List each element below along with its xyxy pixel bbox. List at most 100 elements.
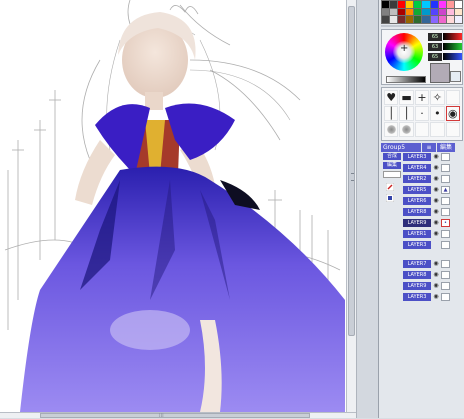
palette-swatch[interactable] [414, 8, 422, 16]
palette-swatch[interactable] [422, 8, 430, 16]
layer-name[interactable]: LAYER5 [403, 186, 431, 194]
palette-swatch[interactable] [422, 1, 430, 8]
palette-swatch[interactable] [454, 8, 462, 16]
layer-thumbnail[interactable] [441, 197, 450, 205]
palette-swatch[interactable] [406, 1, 414, 8]
secondary-color-swatch[interactable] [450, 71, 461, 82]
layer-thumbnail[interactable]: • [441, 219, 450, 227]
layer-row[interactable]: LAYER3 ◉ [403, 153, 463, 161]
group-edit-button[interactable]: 編集 [437, 143, 455, 152]
red-slider[interactable] [443, 33, 462, 40]
palette-swatch[interactable] [398, 16, 406, 23]
layer-name[interactable]: LAYER1 [403, 230, 431, 238]
brush-preset[interactable]: + [414, 90, 430, 105]
layer-row[interactable]: LAYER6 ◉ [403, 197, 463, 205]
layer-row[interactable]: LAYER2 ◉ [403, 175, 463, 183]
palette-swatch[interactable] [406, 16, 414, 23]
pen-tool-icon[interactable] [386, 183, 394, 191]
layer-thumbnail[interactable] [441, 175, 450, 183]
layer-row[interactable]: LAYER8 ◉ [403, 271, 463, 279]
palette-swatch[interactable] [446, 8, 454, 16]
brush-preset[interactable] [399, 122, 414, 137]
layer-row[interactable]: LAYER8 ◉ [403, 208, 463, 216]
visibility-eye-icon[interactable]: ◉ [432, 230, 440, 238]
group-options-button[interactable]: ≡ [422, 143, 436, 152]
brush-preset[interactable] [384, 122, 399, 137]
color-palette[interactable] [381, 0, 463, 24]
brush-preset[interactable] [445, 122, 460, 137]
layer-name[interactable]: LAYER3 [403, 153, 431, 161]
visibility-eye-icon[interactable] [432, 241, 440, 249]
visibility-eye-icon[interactable]: ◉ [432, 153, 440, 161]
layer-thumbnail[interactable] [441, 241, 450, 249]
visibility-eye-icon[interactable]: ◉ [432, 260, 440, 268]
palette-swatch[interactable] [438, 8, 446, 16]
palette-swatch[interactable] [382, 16, 390, 23]
palette-swatch[interactable] [446, 1, 454, 8]
layer-thumbnail[interactable] [441, 164, 450, 172]
palette-swatch[interactable] [390, 1, 398, 8]
visibility-eye-icon[interactable]: ◉ [432, 175, 440, 183]
layer-row[interactable]: LAYER3 [403, 241, 463, 249]
layer-thumbnail[interactable] [441, 282, 450, 290]
blue-slider[interactable] [443, 53, 462, 60]
layer-row[interactable]: LAYER3 ◉ [403, 293, 463, 301]
brush-preset[interactable]: │ [399, 106, 414, 121]
layer-name[interactable]: LAYER7 [403, 260, 431, 268]
brush-preset[interactable]: ✧ [430, 90, 445, 105]
layer-row[interactable]: LAYER1 ◉ [403, 230, 463, 238]
palette-swatch[interactable] [414, 16, 422, 23]
palette-swatch[interactable] [390, 8, 398, 16]
palette-swatch[interactable] [438, 16, 446, 23]
layer-thumbnail[interactable] [441, 153, 450, 161]
visibility-eye-icon[interactable]: ◉ [432, 186, 440, 194]
layer-name[interactable]: LAYER4 [403, 164, 431, 172]
merge-button[interactable]: 合成 [383, 153, 401, 160]
palette-swatch[interactable] [430, 8, 438, 16]
layer-thumbnail[interactable]: ▲ [441, 186, 450, 194]
layer-row[interactable]: LAYER9 ◉ • [403, 219, 463, 227]
color-wheel[interactable]: + [385, 33, 423, 71]
layer-thumbnail[interactable] [441, 260, 450, 268]
layer-name[interactable]: LAYER2 [403, 175, 431, 183]
palette-swatch[interactable] [454, 1, 462, 8]
layer-thumbnail[interactable] [441, 271, 450, 279]
value-gradient-bar[interactable] [386, 76, 426, 83]
opacity-input[interactable] [383, 171, 401, 178]
current-color-swatch[interactable] [430, 63, 450, 83]
palette-swatch[interactable] [422, 16, 430, 23]
layer-name[interactable]: LAYER8 [403, 208, 431, 216]
brush-preset[interactable]: • [430, 106, 445, 121]
drawing-canvas[interactable] [0, 0, 346, 412]
layer-name[interactable]: LAYER9 [403, 219, 431, 227]
horizontal-scroll-thumb[interactable]: ⁞⁞⁞ [40, 413, 310, 419]
palette-swatch[interactable] [398, 1, 406, 8]
layer-row[interactable]: LAYER7 ◉ [403, 260, 463, 268]
palette-swatch[interactable] [390, 16, 398, 23]
palette-swatch[interactable] [406, 8, 414, 16]
layer-thumbnail[interactable] [441, 293, 450, 301]
visibility-eye-icon[interactable]: ◉ [432, 208, 440, 216]
visibility-eye-icon[interactable]: ◉ [432, 164, 440, 172]
brush-preset[interactable]: ◉ [445, 106, 460, 121]
palette-swatch[interactable] [414, 1, 422, 8]
layer-name[interactable]: LAYER3 [403, 241, 431, 249]
palette-swatch[interactable] [454, 16, 462, 23]
brush-preset[interactable]: ♥ [384, 90, 399, 105]
red-value[interactable]: 65 [428, 32, 442, 41]
vertical-scrollbar[interactable] [346, 0, 356, 412]
layer-name[interactable]: LAYER8 [403, 271, 431, 279]
layer-row[interactable]: LAYER9 ◉ [403, 282, 463, 290]
brush-preset[interactable]: · [414, 106, 430, 121]
visibility-eye-icon[interactable]: ◉ [432, 282, 440, 290]
layer-name[interactable]: LAYER6 [403, 197, 431, 205]
palette-swatch[interactable] [382, 1, 390, 8]
layer-name[interactable]: LAYER9 [403, 282, 431, 290]
visibility-eye-icon[interactable]: ◉ [432, 293, 440, 301]
visibility-eye-icon[interactable]: ◉ [432, 219, 440, 227]
brush-preset[interactable]: │ [384, 106, 399, 121]
edit-button[interactable]: 編集 [383, 162, 401, 169]
brush-preset[interactable] [430, 122, 445, 137]
palette-swatch[interactable] [438, 1, 446, 8]
horizontal-scrollbar[interactable]: ⁞⁞⁞ [0, 412, 356, 419]
